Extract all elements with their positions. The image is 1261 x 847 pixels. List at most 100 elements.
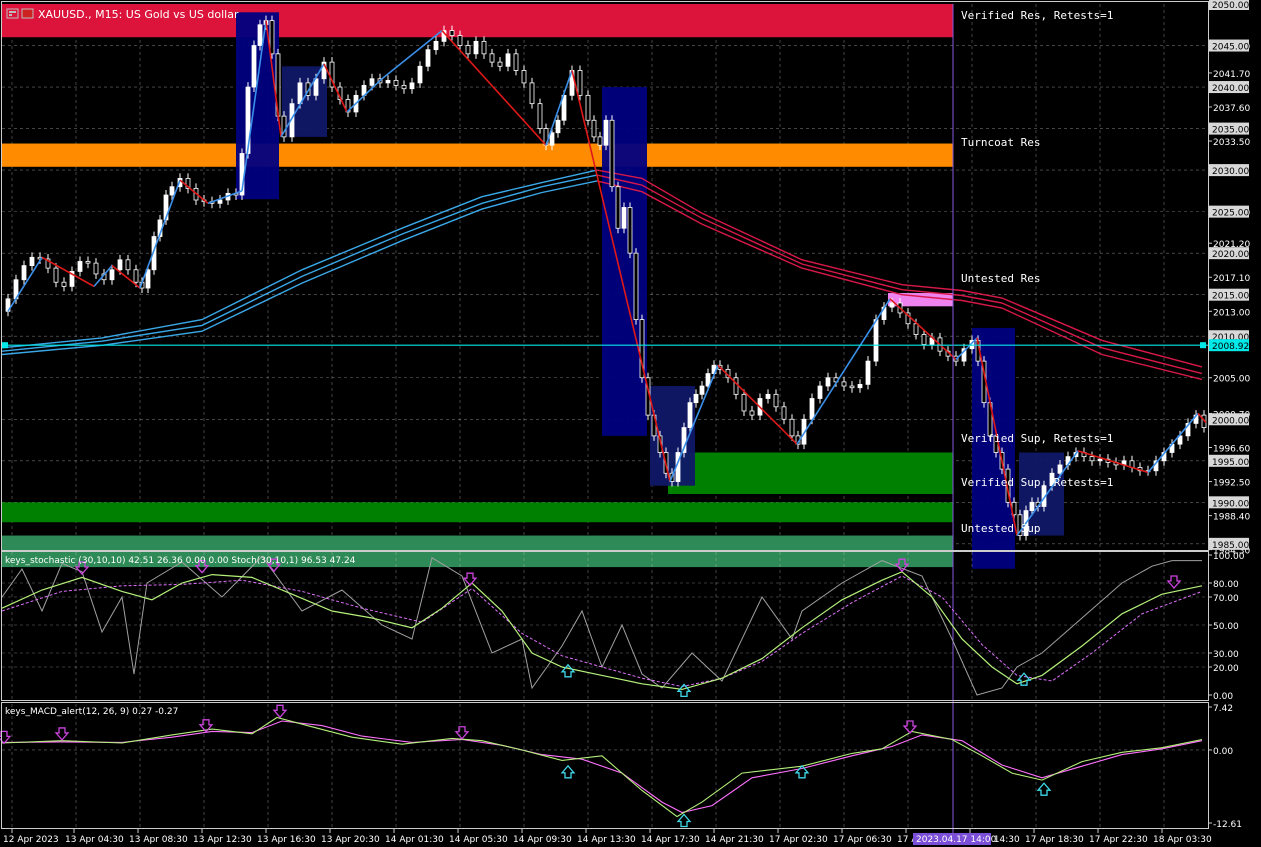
candle-body-35 xyxy=(257,24,263,46)
zone-label-2: Untested Res xyxy=(961,272,1040,285)
candle-body-15 xyxy=(117,259,123,271)
candle-body-80 xyxy=(597,136,603,146)
time-tick-label-8: 14 Apr 09:30 xyxy=(513,835,572,845)
price-box-label-9: 2000.00 xyxy=(1212,416,1249,426)
range-box-1 xyxy=(282,66,327,137)
candle-body-116 xyxy=(841,381,847,387)
stoch-tick-label-0: 100.00 xyxy=(1213,552,1245,562)
candle-body-53 xyxy=(393,80,399,86)
stoch-tick-label-4: 30.00 xyxy=(1213,650,1239,660)
candle-body-106 xyxy=(765,393,771,399)
time-tick-label-13: 17 Apr 06:30 xyxy=(833,835,892,845)
candle-body-146 xyxy=(1057,464,1063,474)
candle-body-14 xyxy=(109,269,115,281)
candle-body-86 xyxy=(633,252,639,321)
candle-body-17 xyxy=(133,269,139,283)
candle-body-57 xyxy=(425,49,431,67)
zone-4 xyxy=(2,502,953,523)
candle-body-79 xyxy=(591,119,597,138)
candle-body-151 xyxy=(1097,458,1103,462)
chart-title: XAUUSD., M15: US Gold vs US dollar xyxy=(38,8,239,21)
candle-body-82 xyxy=(609,119,615,188)
price-tick-label-11: 1992.50 xyxy=(1213,479,1250,489)
price-box-label-4: 2030.00 xyxy=(1212,167,1249,177)
zone-label-0: Verified Res, Retests=1 xyxy=(961,9,1113,22)
price-box-label-12: 1985.00 xyxy=(1212,541,1249,551)
time-tick-label-16: 17 Apr 18:30 xyxy=(1025,835,1084,845)
candle-body-71 xyxy=(537,103,543,129)
range-box-2 xyxy=(602,87,647,436)
candle-body-29 xyxy=(217,199,223,204)
candle-body-126 xyxy=(921,334,927,345)
candle-body-109 xyxy=(789,418,795,437)
price-tick-label-3: 2033.50 xyxy=(1213,138,1250,148)
candle-body-55 xyxy=(409,82,415,90)
time-tick-label-0: 12 Apr 2023 xyxy=(3,835,59,845)
candle-body-112 xyxy=(809,398,815,420)
stoch-tick-label-2: 70.00 xyxy=(1213,594,1239,604)
candle-body-16 xyxy=(125,259,131,271)
candle-body-73 xyxy=(549,132,555,146)
price-tick-label-12: 1988.40 xyxy=(1213,513,1250,523)
price-tick-label-10: 1996.60 xyxy=(1213,445,1250,455)
time-tick-label-6: 14 Apr 01:30 xyxy=(385,835,444,845)
trading-chart[interactable]: Verified Res, Retests=1 Turncoat Res Untes… xyxy=(0,0,1261,847)
candle-body-58 xyxy=(433,40,439,51)
price-box-label-5: 2025.00 xyxy=(1212,209,1249,219)
price-line-handle-right xyxy=(1200,342,1206,349)
time-tick-label-10: 14 Apr 17:30 xyxy=(641,835,700,845)
candle-body-54 xyxy=(401,84,407,90)
zone-3 xyxy=(668,452,953,495)
candle-body-4 xyxy=(29,256,35,267)
time-tick-label-5: 13 Apr 20:30 xyxy=(321,835,380,845)
price-box-label-10: 1995.00 xyxy=(1212,458,1249,468)
price-tick-label-1: 2041.70 xyxy=(1213,70,1250,80)
macd-tick-label-0: 7.42 xyxy=(1213,704,1233,714)
stochastic-label: keys_stochastic (30,10,10) 42.51 26.36 0… xyxy=(5,556,356,566)
time-tick-label-2: 13 Apr 08:30 xyxy=(129,835,188,845)
candle-body-63 xyxy=(473,40,479,55)
candle-body-61 xyxy=(457,35,463,46)
candle-body-108 xyxy=(781,406,787,420)
zone-label-5: Untested Sup xyxy=(961,522,1040,535)
candle-body-70 xyxy=(529,82,535,105)
candle-body-95 xyxy=(687,402,693,428)
time-tick-label-12: 17 Apr 02:30 xyxy=(769,835,828,845)
candle-body-122 xyxy=(889,302,895,308)
candle-body-11 xyxy=(85,261,91,264)
price-tick-label-6: 2017.10 xyxy=(1213,274,1250,284)
candle-body-104 xyxy=(749,410,755,416)
price-box-label-1: 2045.00 xyxy=(1212,43,1249,53)
candle-body-62 xyxy=(465,45,471,55)
candle-body-97 xyxy=(699,385,705,395)
chart-header: XAUUSD., M15: US Gold vs US dollar xyxy=(6,8,239,21)
candle-body-77 xyxy=(577,70,583,96)
candle-body-125 xyxy=(913,323,919,335)
candle-body-69 xyxy=(521,70,527,84)
candle-body-41 xyxy=(297,82,303,105)
price-line-handle-left xyxy=(2,342,8,349)
candle-body-50 xyxy=(369,78,375,86)
candle-body-78 xyxy=(585,94,591,121)
candle-body-60 xyxy=(449,30,455,36)
candle-body-102 xyxy=(733,377,739,395)
candle-body-142 xyxy=(1029,501,1035,512)
candle-body-103 xyxy=(741,393,747,412)
candle-body-120 xyxy=(873,319,879,362)
time-tick-label-9: 14 Apr 13:30 xyxy=(577,835,636,845)
zone-label-3: Verified Sup, Retests=1 xyxy=(961,432,1113,445)
candle-body-7 xyxy=(53,267,59,283)
price-tick-label-2: 2037.60 xyxy=(1213,104,1250,114)
candle-body-85 xyxy=(627,207,633,254)
price-box-label-7: 2015.00 xyxy=(1212,292,1249,302)
time-tick-label-3: 13 Apr 12:30 xyxy=(193,835,252,845)
candle-body-23 xyxy=(169,186,175,196)
candle-body-84 xyxy=(621,207,627,229)
stoch-tick-label-6: 0.00 xyxy=(1213,692,1233,702)
candle-body-67 xyxy=(505,53,511,67)
macd-tick-label-1: 0.00 xyxy=(1213,747,1233,757)
price-tick-label-7: 2013.00 xyxy=(1213,308,1250,318)
candle-body-64 xyxy=(481,40,487,55)
candle-body-3 xyxy=(21,265,27,281)
candle-body-66 xyxy=(497,61,503,67)
